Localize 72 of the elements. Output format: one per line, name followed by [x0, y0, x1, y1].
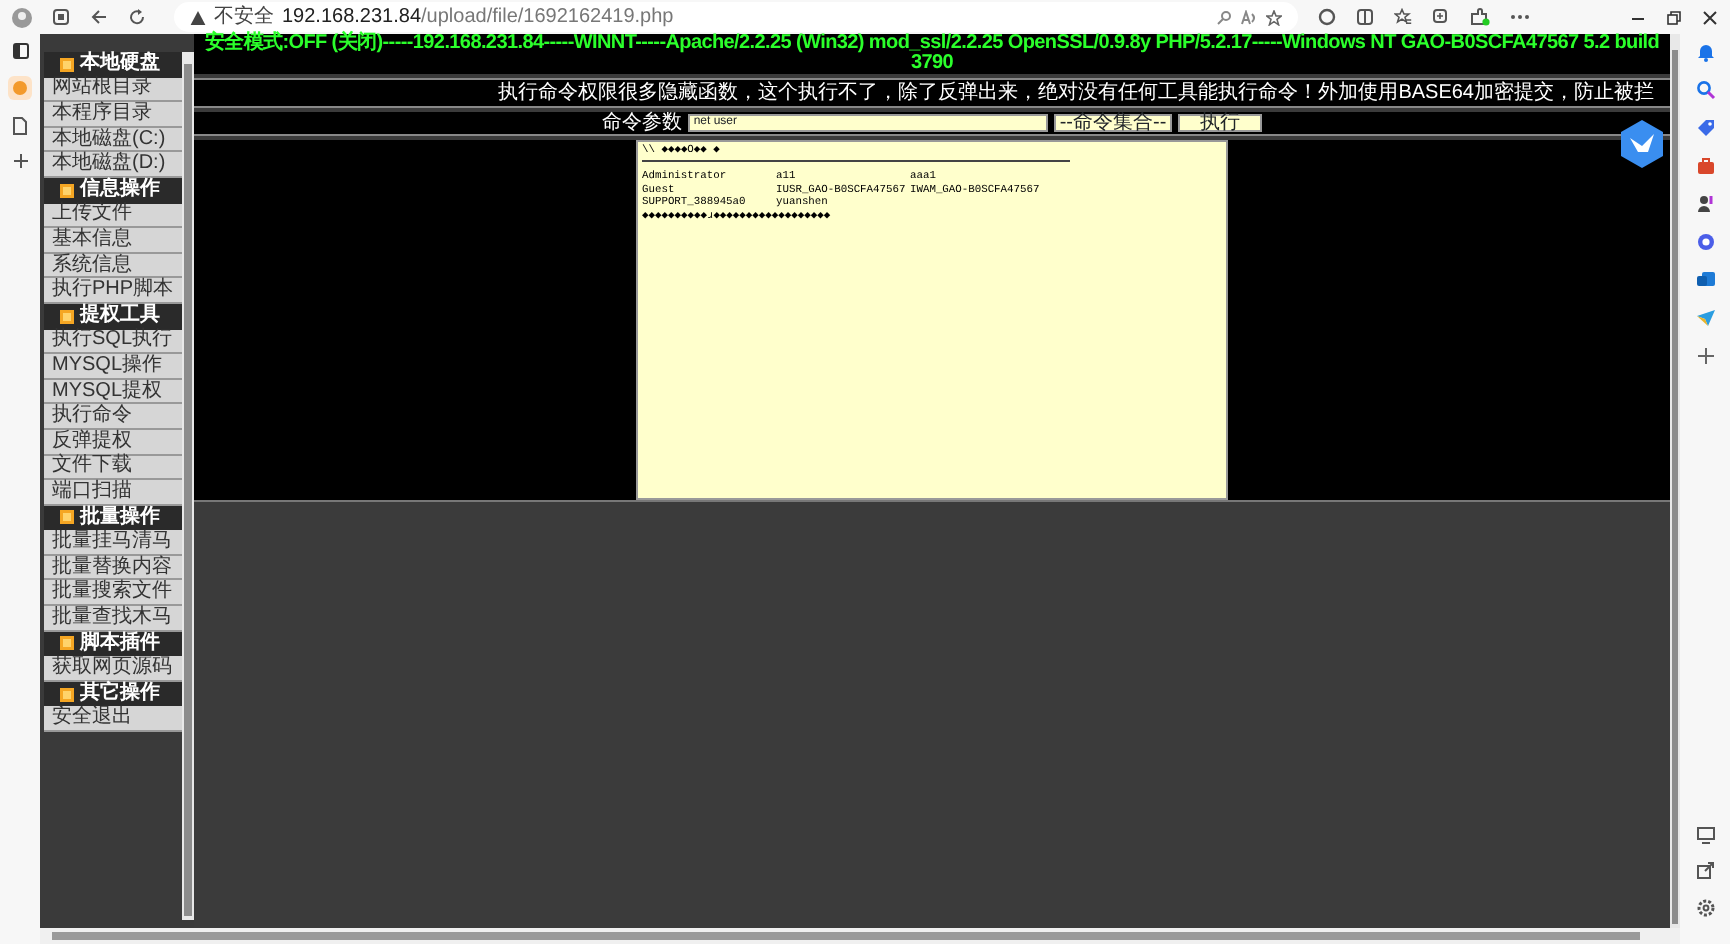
menu-item[interactable]: MYSQL提权 — [44, 379, 182, 405]
external-link-icon[interactable] — [1696, 862, 1714, 880]
menu-item[interactable]: 上传文件 — [44, 203, 182, 229]
add-icon[interactable] — [1695, 346, 1715, 366]
url-text[interactable]: 192.168.231.84/upload/file/1692162419.php — [282, 2, 674, 32]
folder-icon — [60, 636, 74, 651]
menu-section-title: 本地硬盘 — [80, 54, 160, 75]
add-icon[interactable] — [11, 152, 29, 170]
notice-text: 执行命令权限很多隐藏函数，这个执行不了，除了反弹出来，绝对没有任何工具能执行命令！外加使用BASE64加密提交，防止被拦 — [194, 78, 1670, 108]
menu-item[interactable]: 反弹提权 — [44, 429, 182, 455]
favorites-icon[interactable] — [1394, 8, 1412, 26]
menu-item[interactable]: 本地磁盘(D:) — [44, 152, 182, 178]
folder-icon — [60, 183, 74, 198]
menu-item[interactable]: 执行PHP脚本 — [44, 278, 182, 304]
menu-item[interactable]: 批量挂马清马 — [44, 530, 182, 556]
send-icon[interactable] — [1695, 308, 1715, 328]
restore-icon[interactable] — [1666, 9, 1682, 25]
briefcase-icon[interactable] — [1695, 156, 1715, 176]
folder-icon — [60, 510, 74, 525]
tabs-icon[interactable] — [11, 42, 29, 60]
folder-icon — [60, 687, 74, 702]
tag-icon[interactable] — [1695, 118, 1715, 138]
menu-item[interactable]: 网站根目录 — [44, 77, 182, 103]
person-icon[interactable] — [1695, 194, 1715, 214]
search-icon[interactable] — [1695, 80, 1715, 100]
menu-item[interactable]: 基本信息 — [44, 228, 182, 254]
collections-icon[interactable] — [1432, 8, 1450, 26]
folder-icon — [60, 57, 74, 72]
security-label[interactable]: 不安全 — [214, 2, 274, 32]
menu-item[interactable]: 获取网页源码 — [44, 656, 182, 682]
menu-item[interactable]: 端口扫描 — [44, 480, 182, 506]
mail-icon[interactable] — [1695, 270, 1715, 290]
screen-icon[interactable] — [1695, 826, 1715, 844]
menu-item[interactable]: 本地磁盘(C:) — [44, 127, 182, 153]
menu-section-title: 信息操作 — [80, 180, 160, 201]
warning-icon — [190, 9, 206, 25]
bell-icon[interactable] — [1695, 42, 1715, 62]
star-icon[interactable] — [1266, 9, 1282, 25]
scrollbar[interactable] — [40, 928, 1680, 944]
settings-icon[interactable] — [1695, 898, 1715, 918]
menu-item[interactable]: 批量搜索文件 — [44, 580, 182, 607]
menu-item[interactable]: MYSQL操作 — [44, 354, 182, 380]
menu-item[interactable]: 本程序目录 — [44, 102, 182, 128]
scrollbar[interactable] — [1670, 34, 1680, 928]
more-icon[interactable] — [1510, 14, 1530, 20]
back-icon[interactable] — [90, 8, 108, 26]
menu-item[interactable]: 文件下载 — [44, 455, 182, 481]
circle-icon[interactable] — [1695, 232, 1715, 252]
split-screen-icon[interactable] — [1356, 8, 1374, 26]
menu-item[interactable]: 系统信息 — [44, 253, 182, 279]
menu-section-title: 批量操作 — [80, 507, 160, 528]
document-icon[interactable] — [12, 116, 28, 136]
menu-item[interactable]: 执行命令 — [44, 404, 182, 430]
menu-item[interactable]: 批量替换内容 — [44, 555, 182, 581]
scrollbar[interactable] — [182, 52, 194, 920]
tabs-icon[interactable] — [52, 8, 70, 26]
menu-section-title: 脚本插件 — [80, 633, 160, 654]
menu-section-title: 其它操作 — [80, 684, 160, 705]
refresh-icon[interactable] — [128, 8, 146, 26]
read-aloud-icon[interactable] — [1240, 9, 1258, 25]
puzzle-icon[interactable] — [1470, 8, 1490, 26]
preset-select[interactable]: --命令集合-- — [1053, 114, 1173, 132]
menu-item[interactable]: 执行SQL执行 — [44, 329, 182, 355]
profile-icon[interactable] — [12, 7, 32, 27]
run-button[interactable]: 执行 — [1178, 114, 1263, 132]
close-icon[interactable] — [1702, 9, 1718, 25]
command-label: 命令参数 — [601, 113, 682, 133]
bird-icon[interactable] — [1620, 120, 1664, 168]
folder-icon — [60, 309, 74, 324]
menu-section-title: 提权工具 — [80, 306, 160, 327]
menu-item[interactable]: 安全退出 — [44, 706, 182, 733]
menu-item[interactable]: 批量查找木马 — [44, 606, 182, 632]
